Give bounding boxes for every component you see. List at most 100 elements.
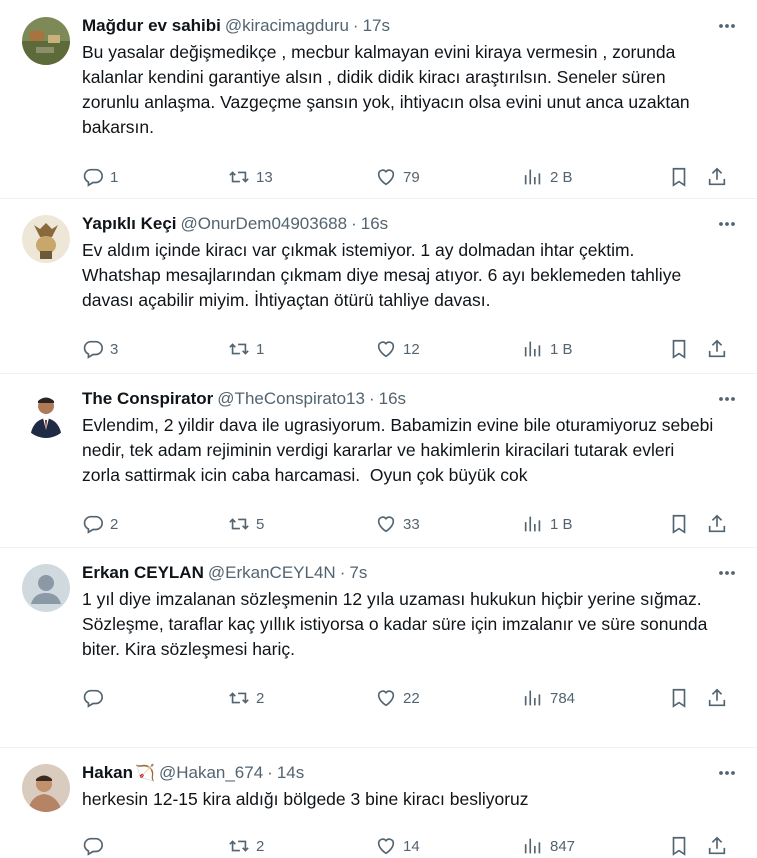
reply-icon — [83, 340, 103, 359]
bookmark-icon — [672, 688, 686, 708]
bookmark-button[interactable] — [668, 512, 690, 536]
author-name[interactable]: Erkan CEYLAN — [82, 562, 204, 584]
like-count: 14 — [403, 837, 420, 855]
author-handle[interactable]: @kiracimagduru — [225, 15, 349, 37]
tweet[interactable]: Mağdur ev sahibi @kiracimagduru · 17s Bu… — [0, 0, 757, 199]
views-button[interactable]: 784 — [522, 686, 575, 710]
bookmark-icon — [672, 339, 686, 359]
tweet-time[interactable]: 16s — [361, 213, 388, 235]
reply-icon — [83, 515, 103, 534]
reply-button[interactable]: 1 — [82, 165, 118, 189]
share-button[interactable] — [706, 686, 728, 710]
tweet-actions: 1 13 79 2 B — [82, 153, 741, 201]
bookmark-icon — [672, 836, 686, 856]
tweet-time[interactable]: 16s — [379, 388, 406, 410]
retweet-icon — [229, 840, 249, 852]
heart-icon — [377, 341, 395, 358]
retweet-icon — [229, 692, 249, 704]
bookmark-button[interactable] — [668, 686, 690, 710]
author-handle[interactable]: @ErkanCEYL4N — [208, 562, 336, 584]
views-button[interactable]: 1 B — [522, 512, 573, 536]
avatar[interactable] — [22, 17, 70, 65]
views-icon — [524, 838, 541, 854]
reply-button[interactable]: 2 — [82, 512, 118, 536]
avatar[interactable] — [22, 764, 70, 812]
author-name[interactable]: Mağdur ev sahibi — [82, 15, 221, 37]
views-icon — [524, 516, 541, 532]
share-button[interactable] — [706, 165, 728, 189]
more-icon[interactable] — [715, 388, 739, 410]
retweet-button[interactable]: 13 — [228, 165, 273, 189]
author-handle[interactable]: @OnurDem04903688 — [181, 213, 348, 235]
like-button[interactable]: 12 — [375, 337, 420, 361]
avatar[interactable] — [22, 390, 70, 438]
share-icon — [708, 339, 726, 358]
tweet-time[interactable]: 7s — [349, 562, 367, 584]
share-button[interactable] — [706, 337, 728, 361]
reply-count: 3 — [110, 340, 119, 358]
bookmark-icon — [672, 167, 686, 187]
retweet-button[interactable]: 1 — [228, 337, 264, 361]
tweet[interactable]: Yapıklı Keçi @OnurDem04903688 · 16s Ev a… — [0, 199, 757, 374]
share-icon — [708, 167, 726, 186]
like-button[interactable]: 33 — [375, 512, 420, 536]
retweet-button[interactable]: 2 — [228, 686, 264, 710]
avatar[interactable] — [22, 215, 70, 263]
separator-dot: · — [368, 389, 375, 408]
timeline-feed: Mağdur ev sahibi @kiracimagduru · 17s Bu… — [0, 0, 757, 858]
tweet-time[interactable]: 14s — [277, 762, 304, 784]
tweet-text: Bu yasalar değişmedikçe , mecbur kalmaya… — [82, 42, 695, 137]
reply-icon — [83, 168, 103, 187]
views-button[interactable]: 1 B — [522, 337, 573, 361]
author-name[interactable]: Hakan — [82, 762, 133, 784]
view-count: 847 — [550, 837, 576, 855]
author-name[interactable]: Yapıklı Keçi — [82, 213, 177, 235]
reply-icon — [83, 689, 103, 708]
bookmark-button[interactable] — [668, 337, 690, 361]
retweet-count: 5 — [256, 515, 265, 533]
retweet-button[interactable]: 5 — [228, 512, 264, 536]
author-name[interactable]: The Conspirator — [82, 388, 213, 410]
author-handle[interactable]: @Hakan_674 — [159, 762, 263, 784]
bookmark-button[interactable] — [668, 165, 690, 189]
reply-count: 2 — [110, 515, 119, 533]
tweet-text: Ev aldım içinde kiracı var çıkmak istemi… — [82, 240, 687, 310]
tweet-time[interactable]: 17s — [363, 15, 390, 37]
more-icon[interactable] — [715, 562, 739, 584]
tweet-actions: 2 22 784 — [82, 674, 741, 722]
share-button[interactable] — [706, 512, 728, 536]
retweet-icon — [229, 518, 249, 530]
heart-icon — [377, 838, 395, 855]
share-icon — [708, 688, 726, 707]
more-icon[interactable] — [715, 762, 739, 784]
avatar[interactable] — [22, 564, 70, 612]
bookmark-button[interactable] — [668, 834, 690, 858]
reply-button[interactable]: 3 — [82, 337, 118, 361]
share-button[interactable] — [706, 834, 728, 858]
more-icon[interactable] — [715, 15, 739, 37]
bow-emoji: 🏹 — [135, 765, 155, 782]
like-button[interactable]: 22 — [375, 686, 420, 710]
like-count: 33 — [403, 515, 420, 533]
retweet-button[interactable]: 2 — [228, 834, 264, 858]
tweet[interactable]: The Conspirator @TheConspirato13 · 16s E… — [0, 374, 757, 548]
more-icon[interactable] — [715, 213, 739, 235]
views-button[interactable]: 2 B — [522, 165, 573, 189]
like-count: 79 — [403, 168, 420, 186]
like-button[interactable]: 79 — [375, 165, 420, 189]
heart-icon — [377, 516, 395, 533]
tweet[interactable]: Erkan CEYLAN @ErkanCEYL4N · 7s 1 yıl diy… — [0, 548, 757, 748]
separator-dot: · — [267, 763, 273, 782]
reply-icon — [83, 837, 103, 856]
tweet-text: 1 yıl diye imzalanan sözleşmenin 12 yıla… — [82, 589, 708, 659]
author-handle[interactable]: @TheConspirato13 — [217, 388, 365, 410]
heart-icon — [377, 169, 395, 186]
tweet[interactable]: Hakan 🏹 @Hakan_674 · 14s herkesin 12-15 … — [0, 748, 757, 858]
tweet-text: Evlendim, 2 yildir dava ile ugrasiyorum.… — [82, 415, 719, 485]
views-button[interactable]: 847 — [522, 834, 575, 858]
reply-button[interactable] — [82, 834, 110, 858]
reply-button[interactable] — [82, 686, 110, 710]
separator-dot: · — [339, 563, 346, 582]
like-button[interactable]: 14 — [375, 834, 420, 858]
separator-dot: · — [352, 16, 359, 35]
